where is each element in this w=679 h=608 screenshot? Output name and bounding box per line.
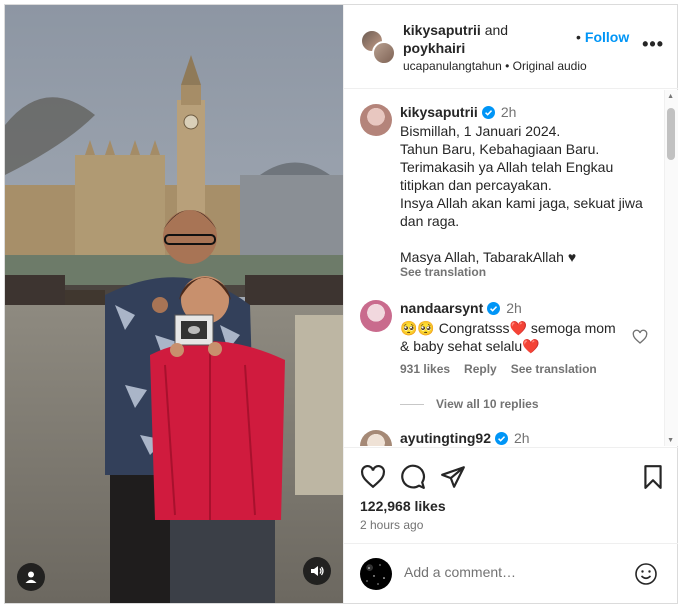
- likes-count[interactable]: 122,968 likes: [360, 498, 446, 514]
- caption-username[interactable]: kikysaputrii: [400, 104, 478, 120]
- see-translation-link[interactable]: See translation: [400, 265, 486, 279]
- avatar[interactable]: [360, 300, 392, 332]
- comment-icon[interactable]: [400, 464, 426, 490]
- avatar[interactable]: [372, 41, 396, 65]
- comments-scrollbar[interactable]: ▲ ▼: [664, 90, 678, 446]
- coauthor-avatars[interactable]: [360, 29, 400, 69]
- comment-username[interactable]: ayutingting92: [400, 430, 491, 446]
- bookmark-icon[interactable]: [640, 464, 666, 490]
- replies-divider: [400, 403, 424, 405]
- post-actions: 122,968 likes 2 hours ago: [344, 447, 678, 543]
- caption-text: Bismillah, 1 Januari 2024. Tahun Baru, K…: [400, 123, 643, 265]
- paper-plane-icon[interactable]: [440, 464, 466, 490]
- comment-time[interactable]: 2h: [514, 430, 530, 446]
- photo-illustration: [5, 5, 343, 603]
- caption-time[interactable]: 2h: [501, 104, 517, 120]
- and-label: and: [484, 22, 509, 38]
- post-photo[interactable]: [5, 5, 343, 603]
- view-replies-button[interactable]: View all 10 replies: [400, 397, 539, 411]
- reply-button[interactable]: Reply: [464, 362, 497, 376]
- caption-header: kikysaputrii 2h: [400, 104, 516, 120]
- avatar[interactable]: [360, 430, 392, 446]
- user-tag-icon: [25, 571, 37, 583]
- scroll-up-icon[interactable]: ▲: [667, 93, 674, 100]
- smiley-icon[interactable]: [634, 562, 658, 586]
- post-header: kikysaputrii and poykhairi • Follow ••• u…: [344, 5, 678, 89]
- comment-meta: 931 likes Reply See translation: [400, 362, 597, 376]
- author-username[interactable]: kikysaputrii: [403, 22, 481, 38]
- scrollbar-thumb[interactable]: [667, 108, 675, 160]
- post-timestamp[interactable]: 2 hours ago: [360, 518, 423, 532]
- author-names: kikysaputrii and poykhairi: [403, 21, 583, 57]
- avatar-pattern: [366, 564, 385, 585]
- comment-input[interactable]: [404, 564, 614, 580]
- coauthor-username[interactable]: poykhairi: [403, 40, 465, 56]
- comment-time[interactable]: 2h: [506, 300, 522, 316]
- verified-badge-icon: [487, 301, 501, 315]
- heart-icon[interactable]: [632, 329, 648, 345]
- follow-dot: •: [576, 29, 581, 45]
- tag-people-button[interactable]: [17, 563, 45, 591]
- post-dialog: kikysaputrii and poykhairi • Follow ••• u…: [4, 4, 678, 604]
- avatar[interactable]: [360, 104, 392, 136]
- post-side-panel: kikysaputrii and poykhairi • Follow ••• u…: [343, 5, 678, 603]
- speaker-icon: [311, 566, 324, 576]
- follow-label: Follow: [584, 29, 630, 45]
- comment-header: nandaarsynt 2h: [400, 300, 522, 316]
- comment-header: ayutingting92 2h: [400, 430, 530, 446]
- avatar: [360, 558, 392, 590]
- more-options-button[interactable]: •••: [642, 35, 664, 53]
- verified-badge-icon: [481, 105, 495, 119]
- follow-button[interactable]: • Follow: [576, 29, 629, 45]
- audio-link[interactable]: ucapanulangtahun • Original audio: [403, 59, 587, 73]
- see-translation-link[interactable]: See translation: [511, 362, 597, 376]
- comments-list[interactable]: kikysaputrii 2h Bismillah, 1 Januari 202…: [344, 90, 678, 446]
- sound-toggle-button[interactable]: [303, 557, 331, 585]
- comment-text: 🥺🥺 Congratsss❤️ semoga mom & baby sehat …: [400, 320, 616, 354]
- view-replies-label: View all 10 replies: [436, 397, 539, 411]
- verified-badge-icon: [495, 431, 509, 445]
- comment-username[interactable]: nandaarsynt: [400, 300, 483, 316]
- add-comment-bar: [344, 543, 678, 603]
- scroll-down-icon[interactable]: ▼: [667, 437, 674, 444]
- heart-icon[interactable]: [360, 464, 386, 490]
- comment-likes[interactable]: 931 likes: [400, 362, 450, 376]
